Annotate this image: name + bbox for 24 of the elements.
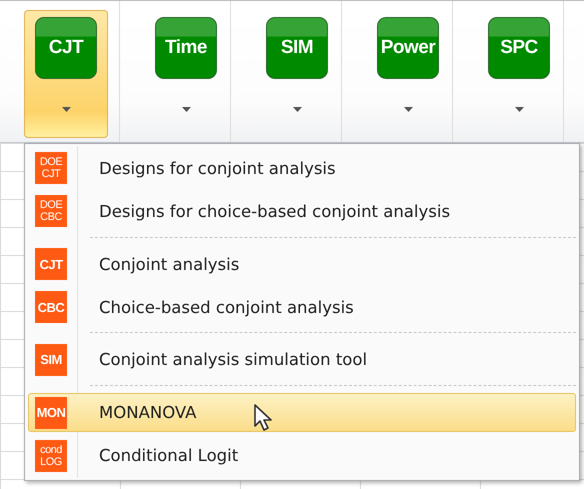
menu-item[interactable]: CJT Conjoint analysis <box>28 242 576 286</box>
menu-item[interactable]: cond LOG Conditional Logit <box>28 434 576 478</box>
menu-item[interactable]: SIM Conjoint analysis simulation tool <box>28 338 576 382</box>
ribbon-button[interactable]: Power <box>366 10 450 138</box>
ribbon-button[interactable]: Time <box>144 10 228 138</box>
caret-icon <box>292 107 302 112</box>
menu-item-icon: DOE CJT <box>35 152 67 184</box>
menu-item-icon: CJT <box>35 248 67 280</box>
menu-item-icon: SIM <box>35 344 67 376</box>
ribbon-button[interactable]: SPC <box>477 10 561 138</box>
caret-icon <box>62 107 70 112</box>
menu-item[interactable]: DOE CJT Designs for conjoint analysis <box>28 147 576 190</box>
ribbon-button[interactable]: CJT <box>24 10 108 138</box>
caret-icon <box>182 107 190 112</box>
caret-icon <box>404 107 412 112</box>
caret-icon <box>514 107 524 112</box>
menu-item[interactable]: CBC Choice-based conjoint analysis <box>28 286 576 328</box>
menu-item-icon: DOE CBC <box>35 195 67 228</box>
menu-item-icon: cond LOG <box>35 440 67 472</box>
menu-item[interactable]: DOE CBC Designs for choice-based conjoint analysis <box>28 190 576 233</box>
menu-item[interactable]: MON MONANOVA <box>28 393 576 432</box>
menu-item-icon: CBC <box>35 291 67 323</box>
ribbon-button[interactable]: SIM <box>255 10 339 138</box>
menu-item-icon: MON <box>35 396 67 429</box>
